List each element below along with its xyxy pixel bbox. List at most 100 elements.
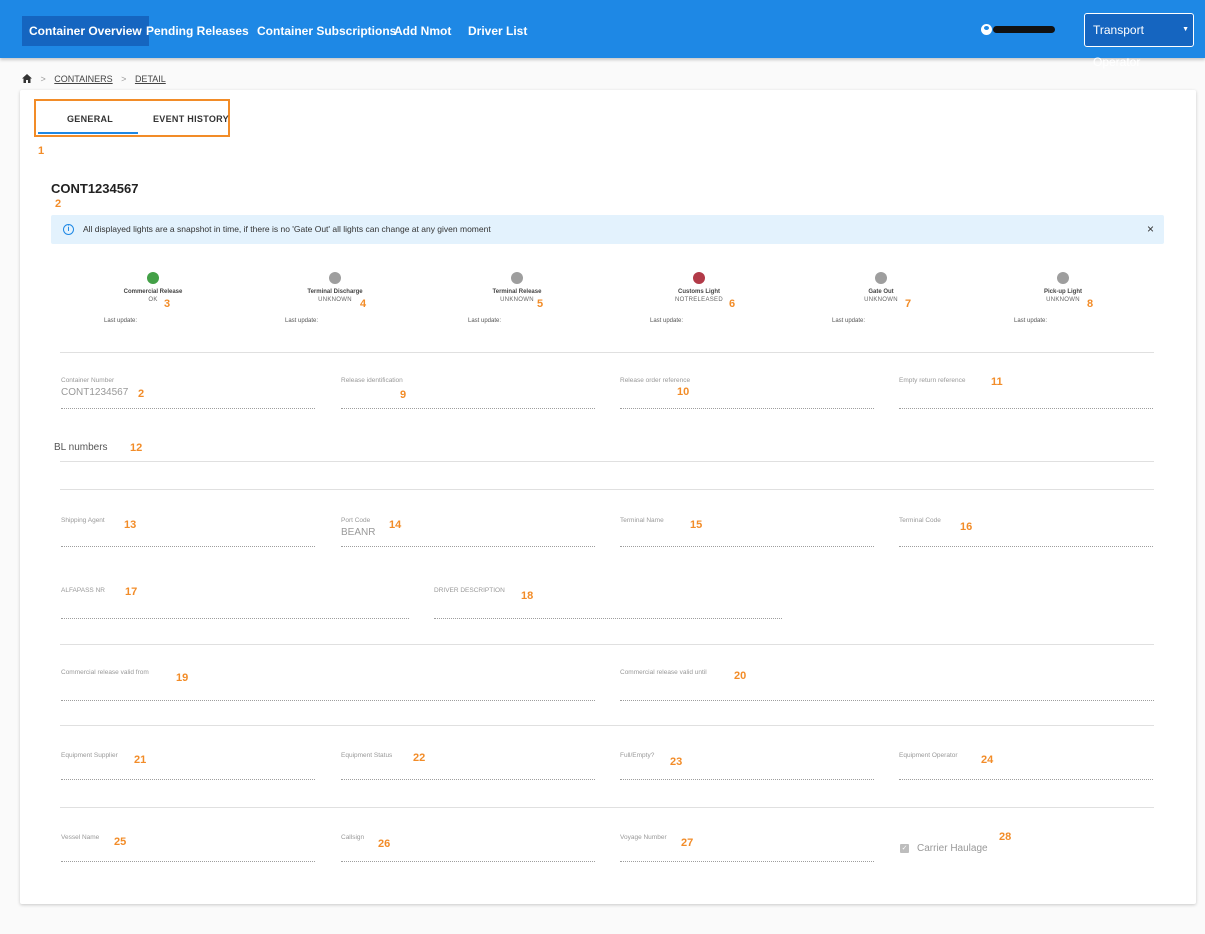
container-number-field[interactable]: Container Number CONT1234567 — [61, 377, 315, 409]
field-label: Terminal Code — [899, 517, 941, 524]
field-underline — [61, 779, 315, 780]
field-label: Shipping Agent — [61, 517, 105, 524]
annotation-marker: 9 — [400, 389, 407, 401]
commercial-release-valid-until-field[interactable]: Commercial release valid until — [620, 669, 1154, 701]
nav-driver-list[interactable]: Driver List — [461, 16, 534, 46]
annotation-marker: 14 — [389, 519, 402, 531]
field-underline — [61, 700, 595, 701]
equipment-status-field[interactable]: Equipment Status — [341, 752, 595, 780]
annotation-marker: 20 — [734, 670, 747, 682]
last-update-label: Last update: — [468, 318, 502, 324]
full-empty-field[interactable]: Full/Empty? — [620, 752, 874, 780]
release-identification-field[interactable]: Release identification — [341, 377, 595, 409]
status-dot — [875, 272, 887, 284]
field-underline — [620, 546, 874, 547]
annotation-marker: 12 — [130, 442, 143, 454]
terminal-code-field[interactable]: Terminal Code — [899, 517, 1153, 547]
port-code-field[interactable]: Port Code BEANR — [341, 517, 595, 547]
tab-general[interactable]: GENERAL — [67, 114, 113, 124]
driver-description-field[interactable]: DRIVER DESCRIPTION — [434, 587, 782, 619]
home-icon[interactable] — [22, 74, 32, 83]
field-label: Terminal Name — [620, 517, 664, 524]
field-underline — [620, 779, 874, 780]
vessel-name-field[interactable]: Vessel Name — [61, 834, 315, 862]
annotation-marker: 23 — [670, 756, 683, 768]
callsign-field[interactable]: Callsign — [341, 834, 595, 862]
nav-container-subscriptions[interactable]: Container Subscriptions — [250, 16, 403, 46]
container-detail-card: GENERAL EVENT HISTORY 1 CONT1234567 2 i … — [20, 90, 1196, 904]
field-label: Commercial release valid from — [61, 669, 149, 676]
light-status: UNKNOWN — [318, 297, 352, 303]
shipping-agent-field[interactable]: Shipping Agent — [61, 517, 315, 547]
annotation-marker: 22 — [413, 752, 426, 764]
field-underline — [341, 861, 595, 862]
field-label: Container Number — [61, 377, 115, 384]
annotation-marker: 4 — [360, 298, 367, 310]
last-update-label: Last update: — [832, 318, 866, 324]
annotation-marker: 11 — [991, 376, 1003, 388]
annotation-marker: 27 — [681, 837, 694, 849]
annotation-marker: 18 — [521, 590, 534, 602]
light-name: Terminal Release — [492, 289, 542, 295]
equipment-operator-field[interactable]: Equipment Operator — [899, 752, 1153, 780]
commercial-release-valid-from-field[interactable]: Commercial release valid from — [61, 669, 595, 701]
status-dot — [511, 272, 523, 284]
breadcrumb-containers-link[interactable]: CONTAINERS — [54, 74, 112, 84]
carrier-haulage-label: Carrier Haulage — [917, 843, 988, 854]
port-code-value: BEANR — [341, 527, 376, 538]
active-tab-indicator — [38, 132, 138, 134]
info-banner-text: All displayed lights are a snapshot in t… — [83, 224, 491, 234]
field-label: Full/Empty? — [620, 752, 655, 759]
light-name: Pick-up Light — [1044, 289, 1082, 295]
field-underline — [434, 618, 782, 619]
annotation-marker: 26 — [378, 838, 391, 850]
light-terminal-release: Terminal Release UNKNOWN — [456, 272, 578, 303]
annotation-marker: 28 — [999, 831, 1012, 843]
annotation-marker: 13 — [124, 519, 137, 531]
field-label: Callsign — [341, 834, 365, 841]
annotation-marker: 6 — [729, 298, 736, 310]
light-gate-out: Gate Out UNKNOWN — [820, 272, 942, 303]
field-label: Release order reference — [620, 377, 691, 384]
field-label: Equipment Supplier — [61, 752, 118, 759]
field-label: Equipment Operator — [899, 752, 958, 759]
status-dot — [329, 272, 341, 284]
role-select-button[interactable]: Transport Operator ▼ — [1084, 13, 1194, 69]
terminal-name-field[interactable]: Terminal Name — [620, 517, 874, 547]
breadcrumb-detail-link[interactable]: DETAIL — [135, 74, 166, 84]
field-label: DRIVER DESCRIPTION — [434, 587, 505, 594]
field-underline — [899, 779, 1153, 780]
empty-return-reference-field[interactable]: Empty return reference — [899, 377, 1153, 409]
alfapass-nr-field[interactable]: ALFAPASS NR — [61, 587, 409, 619]
annotation-marker: 21 — [134, 754, 147, 766]
light-customs: Customs Light NOTRELEASED — [638, 272, 760, 303]
nav-container-overview[interactable]: Container Overview — [22, 16, 149, 46]
account-circle-icon[interactable] — [981, 24, 992, 35]
light-name: Gate Out — [868, 289, 894, 295]
caret-down-icon: ▼ — [1182, 26, 1189, 33]
field-label: ALFAPASS NR — [61, 587, 105, 594]
field-label: Voyage Number — [620, 834, 667, 841]
release-order-reference-field[interactable]: Release order reference — [620, 377, 874, 409]
divider — [60, 644, 1154, 645]
breadcrumb-separator: > — [40, 74, 46, 84]
nav-pending-releases[interactable]: Pending Releases — [139, 16, 256, 46]
field-underline — [899, 546, 1153, 547]
light-name: Commercial Release — [123, 289, 183, 295]
close-icon[interactable]: × — [1147, 222, 1154, 236]
field-underline — [341, 546, 595, 547]
voyage-number-field[interactable]: Voyage Number — [620, 834, 874, 862]
tab-event-history[interactable]: EVENT HISTORY — [153, 114, 229, 124]
field-underline — [61, 861, 315, 862]
last-update-label: Last update: — [1014, 318, 1048, 324]
status-dot — [1057, 272, 1069, 284]
breadcrumb-separator: > — [121, 74, 127, 84]
divider — [60, 461, 1154, 462]
carrier-haulage-checkbox[interactable]: ✓ — [900, 844, 909, 853]
equipment-supplier-field[interactable]: Equipment Supplier — [61, 752, 315, 780]
nav-add-nmot[interactable]: Add Nmot — [387, 16, 458, 46]
redacted-username — [993, 26, 1055, 33]
container-title: CONT1234567 — [51, 181, 139, 196]
field-underline — [620, 861, 874, 862]
status-dot — [693, 272, 705, 284]
